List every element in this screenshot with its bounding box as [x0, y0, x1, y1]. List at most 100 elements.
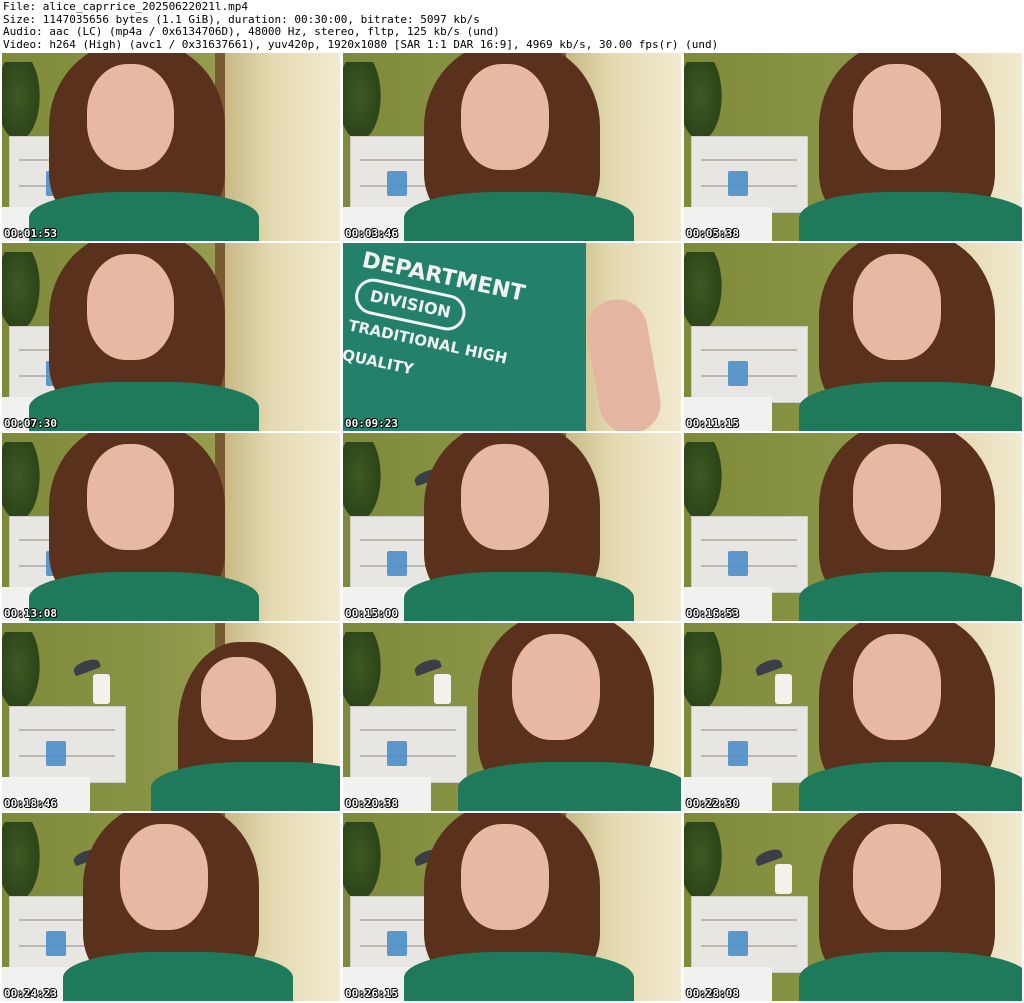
person-shirt — [403, 192, 634, 241]
vase-image — [93, 673, 111, 704]
dresser-image — [349, 705, 467, 783]
plant-image — [343, 62, 384, 147]
person-face — [853, 254, 941, 360]
thumbnail-7: 00:13:08 — [2, 433, 340, 621]
person-face — [512, 634, 600, 740]
glass-image — [727, 361, 749, 386]
thumbnail-10: 00:18:46 — [2, 623, 340, 811]
thumbnail-timestamp: 00:26:15 — [345, 987, 398, 1000]
glass-image — [386, 931, 408, 956]
dresser-image — [8, 705, 126, 783]
dresser-image — [690, 135, 808, 213]
thumbnail-timestamp: 00:07:30 — [4, 417, 57, 430]
file-info-header: File: alice_caprrice_20250622021l.mp4 Si… — [3, 1, 1021, 51]
person-face — [461, 64, 550, 170]
person-shirt — [798, 952, 1022, 1001]
person-face — [461, 824, 550, 930]
thumbnail-timestamp: 00:09:23 — [345, 417, 398, 430]
plant-image — [684, 442, 725, 527]
person-shirt — [29, 382, 259, 431]
person-shirt — [150, 762, 340, 811]
plant-image — [343, 442, 384, 527]
plant-image — [343, 632, 384, 717]
thumbnail-2: 00:03:46 — [343, 53, 681, 241]
thumbnail-timestamp: 00:18:46 — [4, 797, 57, 810]
thumbnail-timestamp: 00:20:38 — [345, 797, 398, 810]
plant-image — [684, 252, 725, 337]
thumbnail-3: 00:05:38 — [684, 53, 1022, 241]
glass-image — [386, 171, 408, 196]
person-face — [201, 656, 276, 740]
shirt-print: DEPARTMENT DIVISION TRADITIONAL HIGH QUA… — [343, 246, 532, 429]
person-shirt — [798, 192, 1022, 241]
person-face — [853, 634, 941, 740]
thumbnail-timestamp: 00:13:08 — [4, 607, 57, 620]
glass-image — [45, 931, 67, 956]
thumbnail-11: 00:20:38 — [343, 623, 681, 811]
thumbnail-timestamp: 00:16:53 — [686, 607, 739, 620]
thumbnail-timestamp: 00:28:08 — [686, 987, 739, 1000]
plant-image — [2, 632, 43, 717]
person-shirt — [62, 952, 293, 1001]
thumbnail-15: 00:28:08 — [684, 813, 1022, 1001]
audio-info-line: Audio: aac (LC) (mp4a / 0x6134706D), 480… — [3, 26, 500, 38]
thumbnail-6: 00:11:15 — [684, 243, 1022, 431]
plant-image — [684, 632, 725, 717]
thumbnail-timestamp: 00:22:30 — [686, 797, 739, 810]
glass-image — [386, 551, 408, 576]
dresser-image — [690, 705, 808, 783]
person-shirt — [29, 192, 259, 241]
thumbnail-timestamp: 00:01:53 — [4, 227, 57, 240]
thumbnail-timestamp: 00:03:46 — [345, 227, 398, 240]
vase-image — [775, 673, 793, 704]
thumbnail-5: DEPARTMENT DIVISION TRADITIONAL HIGH QUA… — [343, 243, 681, 431]
person-shirt — [29, 572, 259, 621]
person-face — [853, 64, 941, 170]
person-shirt — [457, 762, 681, 811]
video-info-line: Video: h264 (High) (avc1 / 0x31637661), … — [3, 38, 719, 51]
file-name-line: File: alice_caprrice_20250622021l.mp4 — [3, 1, 249, 13]
plant-image — [2, 62, 43, 147]
person-face — [853, 444, 941, 550]
plant-image — [2, 252, 43, 337]
thumbnail-timestamp: 00:05:38 — [686, 227, 739, 240]
person-shirt — [798, 572, 1022, 621]
thumbnail-8: 00:15:00 — [343, 433, 681, 621]
thumbnail-12: 00:22:30 — [684, 623, 1022, 811]
glass-image — [727, 551, 749, 576]
glass-image — [386, 741, 408, 766]
person-face — [120, 824, 209, 930]
plant-image — [2, 822, 43, 907]
thumbnail-1: 00:01:53 — [2, 53, 340, 241]
dresser-image — [690, 325, 808, 403]
file-size-line: Size: 1147035656 bytes (1.1 GiB), durati… — [3, 13, 480, 26]
dresser-image — [690, 515, 808, 593]
vase-image — [434, 673, 452, 704]
person-face — [86, 444, 175, 550]
person-shirt — [798, 382, 1022, 431]
thumbnail-13: 00:24:23 — [2, 813, 340, 1001]
person-shirt — [403, 952, 634, 1001]
plant-image — [684, 62, 725, 147]
person-face — [461, 444, 550, 550]
person-shirt — [403, 572, 634, 621]
thumbnail-timestamp: 00:15:00 — [345, 607, 398, 620]
thumbnail-14: 00:26:15 — [343, 813, 681, 1001]
dresser-image — [690, 895, 808, 973]
thumbnail-timestamp: 00:24:23 — [4, 987, 57, 1000]
person-face — [86, 254, 175, 360]
glass-image — [727, 171, 749, 196]
person-face — [86, 64, 175, 170]
thumbnail-4: 00:07:30 — [2, 243, 340, 431]
person-face — [853, 824, 941, 930]
glass-image — [45, 741, 67, 766]
plant-image — [684, 822, 725, 907]
glass-image — [727, 741, 749, 766]
plant-image — [343, 822, 384, 907]
thumbnail-timestamp: 00:11:15 — [686, 417, 739, 430]
thumbnail-9: 00:16:53 — [684, 433, 1022, 621]
glass-image — [727, 931, 749, 956]
plant-image — [2, 442, 43, 527]
vase-image — [775, 863, 793, 894]
person-shirt — [798, 762, 1022, 811]
